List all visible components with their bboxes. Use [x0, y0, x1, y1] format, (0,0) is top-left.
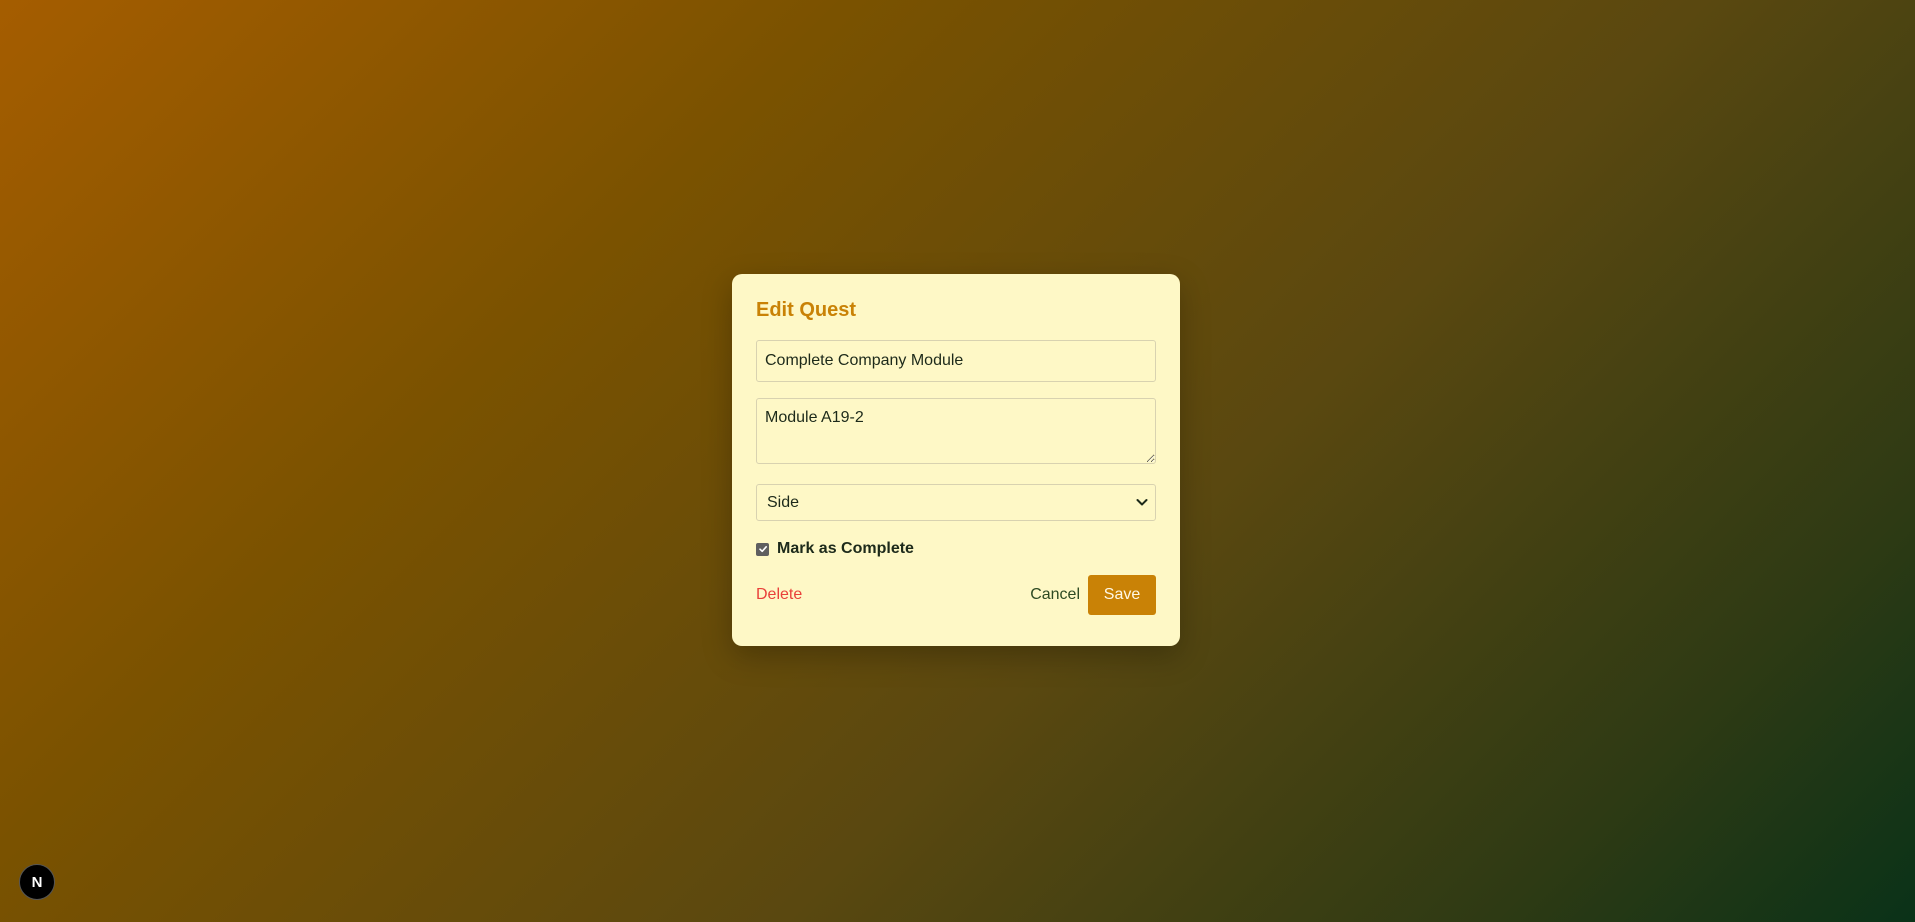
delete-button[interactable]: Delete: [756, 586, 802, 604]
cancel-button[interactable]: Cancel: [1030, 586, 1080, 604]
dialog-title: Edit Quest: [756, 299, 857, 321]
nextjs-logo-icon: N: [31, 873, 43, 891]
complete-checkbox-label[interactable]: Mark as Complete: [777, 540, 914, 558]
quest-type-select-wrapper: Side: [756, 484, 1156, 521]
dialog-right-actions: Cancel Save: [1030, 575, 1156, 615]
nextjs-dev-badge[interactable]: N: [19, 864, 55, 900]
checkmark-icon: [758, 546, 767, 553]
quest-type-select[interactable]: Side: [756, 484, 1156, 521]
dialog-actions: Delete Cancel Save: [756, 575, 1156, 615]
quest-description-input[interactable]: Module A19-2: [756, 398, 1156, 464]
complete-checkbox-row[interactable]: Mark as Complete: [756, 539, 1156, 559]
save-button[interactable]: Save: [1088, 575, 1156, 615]
edit-quest-dialog: Edit Quest Module A19-2 Side Mark as Com…: [732, 274, 1180, 646]
quest-title-input[interactable]: [756, 340, 1156, 382]
complete-checkbox[interactable]: [756, 542, 769, 556]
